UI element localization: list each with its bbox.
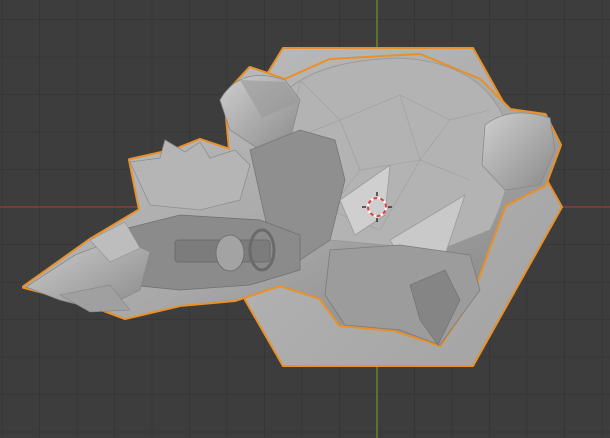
viewport-canvas[interactable] bbox=[0, 0, 610, 438]
cannon-ring bbox=[215, 234, 245, 272]
3d-viewport[interactable] bbox=[0, 0, 610, 438]
